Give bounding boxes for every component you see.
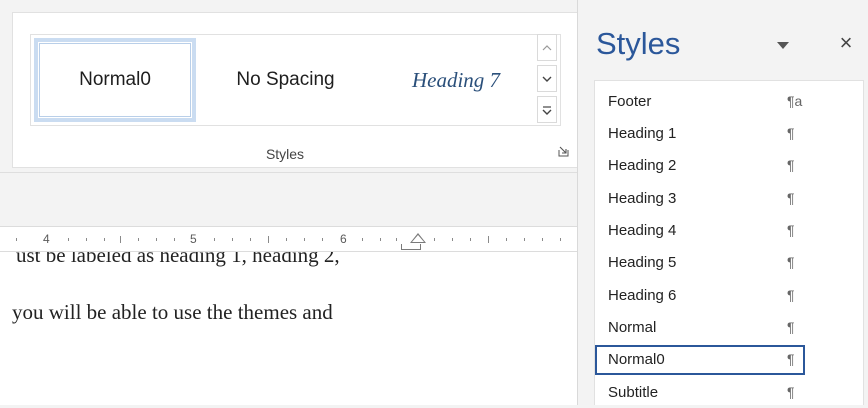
ruler-tick xyxy=(362,238,363,241)
ruler-tick xyxy=(452,238,453,241)
ruler-tick xyxy=(396,238,397,241)
gallery-style-heading-7[interactable]: Heading 7 xyxy=(376,38,536,122)
styles-pane: Styles × Footer ¶a Heading 1 ¶ Heading 2… xyxy=(577,0,868,405)
chevron-up-icon xyxy=(542,44,552,50)
ruler-tick xyxy=(286,238,287,241)
document-text-line: you will be able to use the themes and xyxy=(12,300,333,324)
ruler-tick xyxy=(68,238,69,241)
ruler-tick xyxy=(524,238,525,241)
style-list: Footer ¶a Heading 1 ¶ Heading 2 ¶ Headin… xyxy=(594,80,864,405)
ruler-tick xyxy=(304,238,305,241)
paragraph-mark-icon: ¶ xyxy=(787,190,795,206)
ruler-tick xyxy=(232,238,233,241)
gallery-style-normal0[interactable]: Normal0 xyxy=(34,38,196,122)
linked-style-icon: ¶a xyxy=(787,93,803,109)
style-item-heading-2[interactable]: Heading 2 ¶ xyxy=(595,151,805,181)
ruler-tick xyxy=(214,238,215,241)
style-item-label: Heading 1 xyxy=(608,125,677,142)
gallery-style-no-spacing[interactable]: No Spacing xyxy=(203,38,368,122)
document-text-line: ust be labeled as heading 1, heading 2, xyxy=(16,252,340,267)
ruler-tick xyxy=(16,238,17,241)
paragraph-mark-icon: ¶ xyxy=(787,254,795,270)
style-item-heading-4[interactable]: Heading 4 ¶ xyxy=(595,216,805,246)
pane-options-dropdown-icon[interactable] xyxy=(774,36,792,54)
style-item-label: Heading 5 xyxy=(608,254,677,271)
style-item-normal0[interactable]: Normal0 ¶ xyxy=(595,345,805,375)
style-item-heading-3[interactable]: Heading 3 ¶ xyxy=(595,184,805,214)
toolbar-strip xyxy=(0,172,578,225)
ruler-tick xyxy=(470,238,471,241)
ruler-tick xyxy=(560,238,561,241)
paragraph-mark-icon: ¶ xyxy=(787,157,795,173)
style-item-heading-5[interactable]: Heading 5 ¶ xyxy=(595,248,805,278)
paragraph-mark-icon: ¶ xyxy=(787,222,795,238)
indent-marker-icon[interactable] xyxy=(410,233,426,243)
ruler-number-5: 5 xyxy=(190,232,197,246)
ruler-number-6: 6 xyxy=(340,232,347,246)
styles-dialog-launcher-button[interactable] xyxy=(556,146,570,160)
style-item-label: Heading 4 xyxy=(608,222,677,239)
gallery-scroll-up-button[interactable] xyxy=(537,34,557,61)
gallery-more-button[interactable] xyxy=(537,96,557,123)
ruler-mid-tick xyxy=(488,236,489,243)
gallery-scroll-down-button[interactable] xyxy=(537,65,557,92)
ruler-tick xyxy=(506,238,507,241)
style-item-label: Normal xyxy=(608,319,657,336)
ruler-tick xyxy=(434,238,435,241)
paragraph-mark-icon: ¶ xyxy=(787,287,795,303)
style-item-label: Footer xyxy=(608,93,652,110)
ruler-tick xyxy=(156,238,157,241)
indent-marker-base[interactable] xyxy=(401,244,421,250)
ruler-tick xyxy=(322,238,323,241)
style-item-heading-6[interactable]: Heading 6 ¶ xyxy=(595,281,805,311)
style-item-label: Normal0 xyxy=(608,351,665,368)
ruler-tick xyxy=(104,238,105,241)
style-item-label: Subtitle xyxy=(608,384,659,401)
ruler-tick xyxy=(250,238,251,241)
style-item-footer[interactable]: Footer ¶a xyxy=(595,87,805,117)
style-item-label: Heading 6 xyxy=(608,287,677,304)
ruler-tick xyxy=(86,238,87,241)
ruler-tick xyxy=(174,238,175,241)
paragraph-mark-icon: ¶ xyxy=(787,319,795,335)
ruler-tick xyxy=(380,238,381,241)
ruler-number-4: 4 xyxy=(43,232,50,246)
style-item-label: Heading 2 xyxy=(608,157,677,174)
styles-group-label: Styles xyxy=(265,146,305,162)
style-item-label: Heading 3 xyxy=(608,190,677,207)
close-icon[interactable]: × xyxy=(835,30,857,56)
more-styles-icon xyxy=(542,105,552,115)
styles-pane-title: Styles xyxy=(596,26,681,61)
ribbon: Normal0 No Spacing Heading 7 Styles xyxy=(0,0,578,172)
ruler-mid-tick xyxy=(268,236,269,243)
ruler-mid-tick xyxy=(120,236,121,243)
style-item-heading-1[interactable]: Heading 1 ¶ xyxy=(595,119,805,149)
ruler-tick xyxy=(542,238,543,241)
paragraph-mark-icon: ¶ xyxy=(787,351,795,367)
style-item-normal[interactable]: Normal ¶ xyxy=(595,313,805,343)
styles-gallery: Normal0 No Spacing Heading 7 xyxy=(30,34,561,126)
dialog-launcher-icon xyxy=(558,146,568,157)
chevron-down-icon xyxy=(542,76,552,82)
style-item-subtitle[interactable]: Subtitle ¶ xyxy=(595,378,805,408)
paragraph-mark-icon: ¶ xyxy=(787,384,795,400)
paragraph-mark-icon: ¶ xyxy=(787,125,795,141)
horizontal-ruler[interactable]: 4 5 6 xyxy=(0,226,578,252)
ruler-tick xyxy=(138,238,139,241)
document-body[interactable]: ust be labeled as heading 1, heading 2, … xyxy=(0,252,578,405)
